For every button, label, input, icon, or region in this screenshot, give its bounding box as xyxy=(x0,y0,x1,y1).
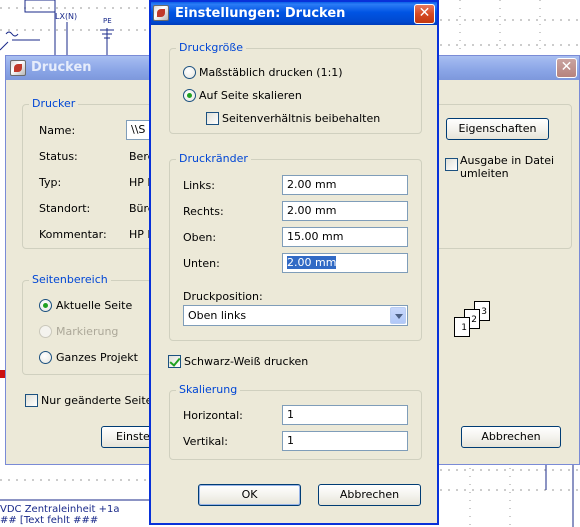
chevron-down-icon[interactable] xyxy=(390,307,406,324)
ok-button[interactable]: OK xyxy=(198,484,301,506)
print-size-group-label: Druckgröße xyxy=(176,41,247,54)
printer-group-label: Drucker xyxy=(29,97,79,110)
current-page-label: Aktuelle Seite xyxy=(56,299,133,312)
horizontal-input[interactable]: 1 xyxy=(282,405,408,425)
properties-button[interactable]: Eigenschaften xyxy=(446,118,549,140)
print-dialog-title: Drucken xyxy=(31,60,92,75)
horizontal-label: Horizontal: xyxy=(183,409,243,422)
cad-label-lx: LX(N) xyxy=(55,12,78,21)
vertical-input[interactable]: 1 xyxy=(282,431,408,451)
app-icon xyxy=(153,5,169,21)
whole-project-radio[interactable] xyxy=(39,351,52,364)
changed-pages-label: Nur geänderte Seiten xyxy=(41,394,160,407)
margin-bottom-input[interactable]: 2.00 mm xyxy=(282,253,408,273)
fit-to-page-radio[interactable] xyxy=(183,89,196,102)
printer-location-label: Standort: xyxy=(39,202,91,215)
app-icon xyxy=(10,60,26,76)
margin-right-label: Rechts: xyxy=(183,205,224,218)
print-position-select[interactable]: Oben links xyxy=(183,305,408,326)
cad-bottom-text-2: ## [Text fehlt ### xyxy=(0,515,99,526)
print-to-file-checkbox[interactable] xyxy=(445,158,458,171)
selection-radio[interactable] xyxy=(39,325,52,338)
printer-name-label: Name: xyxy=(39,124,76,137)
bw-print-label: Schwarz-Weiß drucken xyxy=(184,355,309,368)
collate-icon: 3 2 1 xyxy=(454,301,499,341)
margin-top-label: Oben: xyxy=(183,231,217,244)
close-icon[interactable]: ✕ xyxy=(556,58,577,78)
cad-bottom-text-1: VDC Zentraleinheit +1a xyxy=(0,504,120,515)
printer-status-label: Status: xyxy=(39,150,78,163)
settings-dialog-title: Einstellungen: Drucken xyxy=(175,6,346,21)
margin-top-input[interactable]: 15.00 mm xyxy=(282,227,408,247)
selection-label: Markierung xyxy=(56,325,119,338)
print-position-value: Oben links xyxy=(188,309,247,322)
keep-ratio-label: Seitenverhältnis beibehalten xyxy=(222,112,381,125)
margin-left-label: Links: xyxy=(183,179,215,192)
print-to-file-label: Ausgabe in Datei umleiten xyxy=(460,154,555,180)
margin-right-input[interactable]: 2.00 mm xyxy=(282,201,408,221)
margin-bottom-label: Unten: xyxy=(183,257,220,270)
current-page-radio[interactable] xyxy=(39,299,52,312)
scale-1to1-radio[interactable] xyxy=(183,66,196,79)
keep-ratio-checkbox[interactable] xyxy=(206,112,219,125)
printer-comment-label: Kommentar: xyxy=(39,228,107,241)
scaling-group-label: Skalierung xyxy=(176,383,241,396)
margin-bottom-selected-text: 2.00 mm xyxy=(287,256,337,269)
page-range-group-label: Seitenbereich xyxy=(29,273,111,286)
margins-group-label: Druckränder xyxy=(176,152,251,165)
settings-dialog-titlebar[interactable]: Einstellungen: Drucken ✕ xyxy=(151,2,437,25)
close-icon[interactable]: ✕ xyxy=(414,4,435,24)
scale-1to1-label: Maßstäblich drucken (1:1) xyxy=(199,66,343,79)
printer-type-label: Typ: xyxy=(39,176,62,189)
margin-left-input[interactable]: 2.00 mm xyxy=(282,175,408,195)
settings-cancel-button[interactable]: Abbrechen xyxy=(318,484,421,506)
settings-dialog: Einstellungen: Drucken ✕ Druckgröße Maßs… xyxy=(149,0,439,525)
whole-project-label: Ganzes Projekt xyxy=(56,351,138,364)
cad-label-pe: PE xyxy=(103,17,112,25)
fit-to-page-label: Auf Seite skalieren xyxy=(199,89,302,102)
print-cancel-button[interactable]: Abbrechen xyxy=(461,426,561,448)
vertical-label: Vertikal: xyxy=(183,435,229,448)
changed-pages-checkbox[interactable] xyxy=(25,394,38,407)
bw-print-checkbox[interactable] xyxy=(168,355,181,368)
print-position-label: Druckposition: xyxy=(183,290,263,303)
collate-page-1: 1 xyxy=(454,317,470,337)
